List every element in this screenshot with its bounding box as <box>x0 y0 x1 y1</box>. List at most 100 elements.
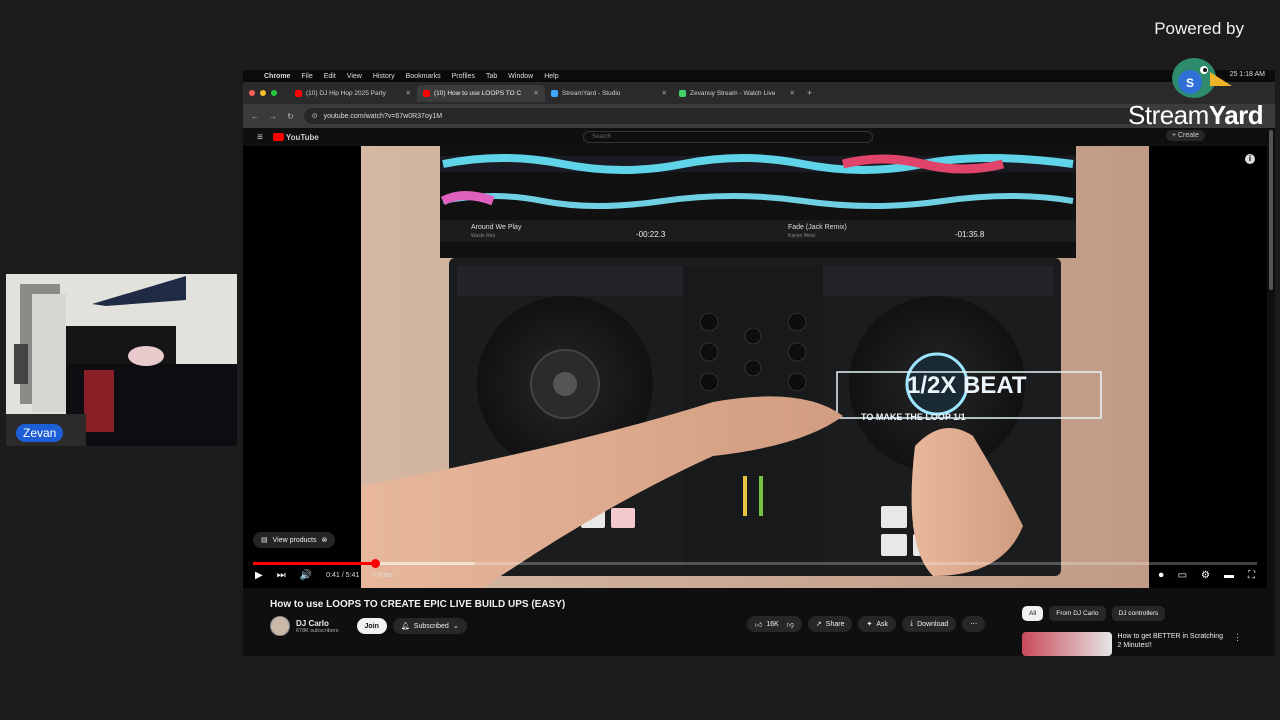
site-info-icon[interactable]: ⊙ <box>312 112 318 120</box>
channel-row: DJ Carlo 678K subscribers Join 🔔︎ Subscr… <box>270 616 467 636</box>
controls-left: ▶ ⏭ 🔊 0:41 / 5:41 • Intro › <box>255 570 396 581</box>
minimize-window-button[interactable] <box>260 90 266 96</box>
scrubber-handle[interactable] <box>371 559 381 568</box>
page-scrollbar[interactable] <box>1269 130 1273 290</box>
subscriber-count: 678K subscribers <box>296 627 339 634</box>
shared-screen: Chrome File Edit View History Bookmarks … <box>243 70 1275 656</box>
youtube-favicon-icon <box>295 89 302 97</box>
recommendation-chips: All From DJ Carlo DJ controllers <box>1022 606 1166 621</box>
streamyard-favicon-icon <box>551 89 558 97</box>
thumbs-down-icon[interactable]: 👎︎ <box>787 620 794 629</box>
volume-icon[interactable]: 🔊 <box>300 570 312 581</box>
sparkle-icon: ✦ <box>866 621 873 628</box>
menu-bookmarks[interactable]: Bookmarks <box>406 73 441 80</box>
ask-button[interactable]: ✦ Ask <box>858 616 897 632</box>
video-metadata: How to use LOOPS TO CREATE EPIC LIVE BUI… <box>243 588 1275 656</box>
new-tab-button[interactable]: + <box>807 88 812 98</box>
close-tab-icon[interactable]: ✕ <box>662 89 667 97</box>
more-options-icon[interactable]: ⋮ <box>1233 632 1242 656</box>
wordmark-yard: Yard <box>1208 100 1264 130</box>
recommended-video[interactable]: How to get BETTER in Scratching 2 Minute… <box>1022 632 1242 656</box>
video-player[interactable]: Around We Play Wasle Res -00:22.3 Fade (… <box>243 146 1267 588</box>
menu-file[interactable]: File <box>301 73 312 80</box>
overlay-title: 1/2X BEAT <box>907 372 1027 399</box>
recommended-title[interactable]: How to get BETTER in Scratching 2 Minute… <box>1118 632 1227 656</box>
close-tab-icon[interactable]: ✕ <box>406 89 411 97</box>
video-title: How to use LOOPS TO CREATE EPIC LIVE BUI… <box>270 599 566 610</box>
played-bar <box>253 562 376 565</box>
play-icon[interactable]: ▶ <box>255 570 263 581</box>
tab-zevanuy-stream[interactable]: Zevanuy Stream - Watch Live ✕ <box>673 85 801 102</box>
menu-help[interactable]: Help <box>544 73 558 80</box>
autoplay-toggle[interactable]: ⏺ <box>1159 570 1164 581</box>
streamyard-wordmark: StreamYard <box>1128 100 1264 131</box>
address-bar[interactable]: ⊙ youtube.com/watch?v=67w0R37oy1M <box>303 108 1155 124</box>
reload-icon[interactable]: ↻ <box>287 112 294 121</box>
wordmark-stream: Stream <box>1128 100 1209 130</box>
view-products-button[interactable]: ▤ View products ⊗ <box>253 532 336 548</box>
progress-bar[interactable] <box>253 559 1257 568</box>
close-window-button[interactable] <box>249 90 255 96</box>
tab-dj-hip-hop[interactable]: (10) DJ Hip Hop 2025 Party ✕ <box>289 85 417 102</box>
menu-chrome[interactable]: Chrome <box>264 73 290 80</box>
deck-a-track: Around We Play <box>471 224 522 231</box>
theater-mode-icon[interactable]: ▬ <box>1224 570 1234 581</box>
forward-icon[interactable]: → <box>269 112 277 121</box>
overlay-subtitle: TO MAKE THE LOOP 1/1 <box>861 412 966 422</box>
video-frame: Around We Play Wasle Res -00:22.3 Fade (… <box>361 146 1149 588</box>
close-tab-icon[interactable]: ✕ <box>790 89 795 97</box>
like-button[interactable]: 👍︎ 16K 👎︎ <box>747 616 802 632</box>
info-icon[interactable]: i <box>1245 154 1255 164</box>
next-icon[interactable]: ⏭ <box>277 570 286 581</box>
menu-tab[interactable]: Tab <box>486 73 497 80</box>
webcam-feed: Zevan <box>6 274 237 446</box>
participant-name-tag: Zevan <box>16 424 64 442</box>
time-display: 0:41 / 5:41 <box>326 572 360 579</box>
menu-history[interactable]: History <box>373 73 395 80</box>
channel-avatar[interactable] <box>270 616 290 636</box>
share-button[interactable]: ↗ Share <box>807 616 853 632</box>
kick-favicon-icon <box>679 89 686 97</box>
stream-canvas: Chrome File Edit View History Bookmarks … <box>0 0 1280 720</box>
menu-window[interactable]: Window <box>508 73 533 80</box>
more-actions-button[interactable]: ⋯ <box>962 616 986 632</box>
streamyard-branding: Powered by S StreamYard <box>1124 16 1274 136</box>
window-controls <box>249 90 277 96</box>
join-button[interactable]: Join <box>356 618 387 634</box>
channel-name[interactable]: DJ Carlo <box>296 619 339 628</box>
subscribed-button[interactable]: 🔔︎ Subscribed ⌄ <box>392 618 467 634</box>
menu-edit[interactable]: Edit <box>324 73 336 80</box>
tab-label: (10) DJ Hip Hop 2025 Party <box>306 89 386 97</box>
recommended-thumbnail[interactable] <box>1022 632 1112 656</box>
mac-menubar: Chrome File Edit View History Bookmarks … <box>243 70 1275 82</box>
video-actions: 👍︎ 16K 👎︎ ↗ Share ✦ Ask ⤓ Download ⋯ <box>747 616 986 632</box>
close-tab-icon[interactable]: ✕ <box>534 89 539 97</box>
chip-all[interactable]: All <box>1022 606 1044 621</box>
settings-gear-icon[interactable]: ⚙ <box>1201 570 1210 581</box>
menu-view[interactable]: View <box>347 73 362 80</box>
fullscreen-icon[interactable]: ⛶ <box>1248 570 1255 581</box>
buffered-bar <box>375 562 476 565</box>
shopping-bag-icon: ▤ <box>261 537 268 544</box>
youtube-logo[interactable]: YouTube <box>272 133 319 142</box>
deck-a-time: -00:22.3 <box>636 230 666 239</box>
controls-right: ⏺ ▭ ⚙ ▬ ⛶ <box>1159 570 1255 581</box>
menu-profiles[interactable]: Profiles <box>452 73 475 80</box>
hamburger-menu-icon[interactable]: ≡ <box>257 132 263 143</box>
view-products-label: View products <box>272 536 317 544</box>
search-input[interactable]: Search <box>583 131 873 143</box>
close-icon[interactable]: ⊗ <box>321 536 327 544</box>
deck-a-artist: Wasle Res <box>471 233 495 239</box>
chapter-label[interactable]: • Intro › <box>373 572 396 579</box>
tab-streamyard-studio[interactable]: StreamYard - Studio ✕ <box>545 85 673 102</box>
captions-icon[interactable]: ▭ <box>1178 570 1187 581</box>
download-button[interactable]: ⤓ Download <box>902 616 957 632</box>
chip-from-channel[interactable]: From DJ Carlo <box>1049 606 1106 621</box>
webcam-image <box>6 274 237 446</box>
tab-label: Zevanuy Stream - Watch Live <box>690 89 776 97</box>
chip-dj-controllers[interactable]: DJ controllers <box>1111 606 1166 621</box>
zoom-window-button[interactable] <box>271 90 277 96</box>
back-icon[interactable]: ← <box>251 112 259 121</box>
tab-loops-video[interactable]: (10) How to use LOOPS TO C ✕ <box>417 84 545 102</box>
powered-by-label: Powered by <box>1154 19 1244 38</box>
